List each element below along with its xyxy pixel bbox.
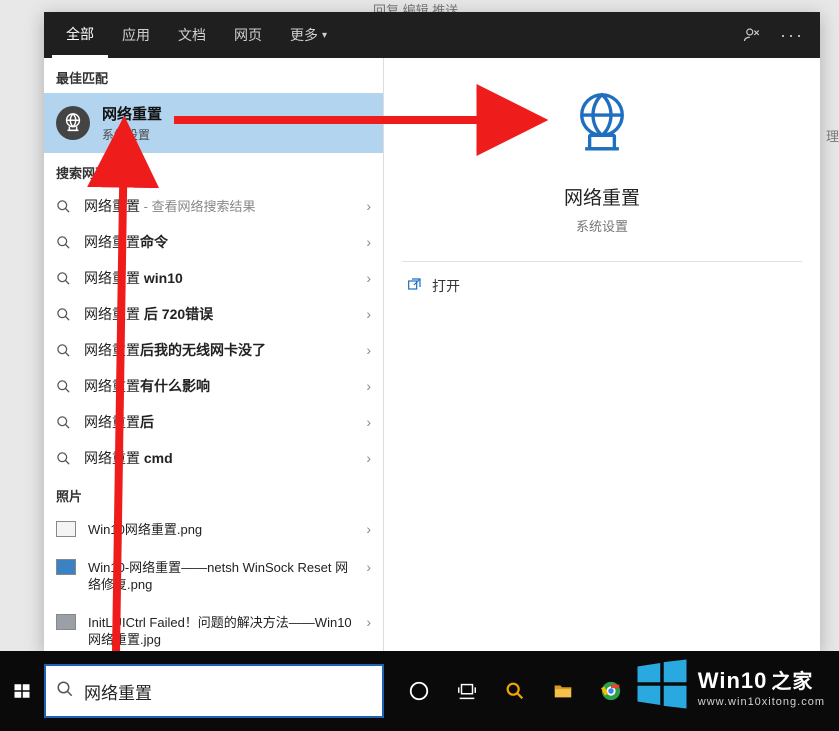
chevron-right-icon: ›: [366, 342, 371, 358]
search-icon: [56, 379, 72, 394]
results-left-pane: 最佳匹配 网络重置 系统设置 搜索网页 网络重置 - 查看网络搜索结果›网络重置…: [44, 58, 384, 652]
network-reset-icon: [566, 88, 638, 165]
tab-web[interactable]: 网页: [220, 12, 276, 58]
web-result-item[interactable]: 网络重置 - 查看网络搜索结果 ›: [44, 188, 383, 224]
best-match-subtitle: 系统设置: [102, 126, 162, 143]
watermark-brand: Win10之家 www.win10xitong.com: [634, 656, 825, 717]
search-icon: [56, 343, 72, 358]
results-detail-pane: 网络重置 系统设置 打开: [384, 58, 820, 652]
photo-result-item[interactable]: InitLUICtrl Failed！问题的解决方法——Win10网络重置.jp…: [44, 604, 383, 652]
background-cut-text: 理: [826, 126, 839, 145]
search-icon: [56, 199, 72, 214]
web-result-text: 网络重置 - 查看网络搜索结果: [84, 196, 354, 216]
detail-title: 网络重置: [384, 183, 820, 210]
tab-all-label: 全部: [66, 24, 94, 44]
chevron-right-icon: ›: [366, 306, 371, 322]
section-photos: 照片: [44, 476, 383, 511]
web-result-item[interactable]: 网络重置有什么影响 ›: [44, 368, 383, 404]
chevron-right-icon: ›: [366, 521, 371, 537]
web-result-text: 网络重置后我的无线网卡没了: [84, 340, 354, 360]
ellipsis-icon: ···: [780, 25, 804, 46]
tab-more[interactable]: 更多 ▾: [276, 12, 341, 58]
web-result-item[interactable]: 网络重置命令 ›: [44, 224, 383, 260]
chevron-right-icon: ›: [366, 450, 371, 466]
photo-thumbnail: [56, 559, 76, 575]
web-result-text: 网络重置后: [84, 412, 354, 432]
tab-web-label: 网页: [234, 25, 262, 45]
chevron-right-icon: ›: [366, 270, 371, 286]
search-icon: [56, 415, 72, 430]
tab-apps-label: 应用: [122, 25, 150, 45]
web-result-item[interactable]: 网络重置后 ›: [44, 404, 383, 440]
section-best-match: 最佳匹配: [44, 58, 383, 93]
tab-apps[interactable]: 应用: [108, 12, 164, 58]
chevron-right-icon: ›: [366, 414, 371, 430]
magnifier-app-icon[interactable]: [502, 678, 528, 704]
open-label: 打开: [432, 276, 460, 296]
search-results-panel: 全部 应用 文档 网页 更多▾ ··· 最佳匹配 网络重置 系统设置 搜索网页 …: [44, 12, 820, 652]
chevron-right-icon: ›: [366, 614, 371, 630]
web-result-text: 网络重置命令: [84, 232, 354, 252]
search-tabs: 全部 应用 文档 网页 更多 ▾ ···: [44, 12, 820, 58]
open-icon: [406, 277, 422, 296]
web-result-text: 网络重置有什么影响: [84, 376, 354, 396]
photo-thumbnail: [56, 521, 76, 537]
search-input[interactable]: [84, 681, 372, 701]
globe-icon: [56, 106, 90, 140]
tab-docs[interactable]: 文档: [164, 12, 220, 58]
photo-result-item[interactable]: Win10网络重置.png ›: [44, 511, 383, 549]
web-result-item[interactable]: 网络重置 后 720错误 ›: [44, 296, 383, 332]
best-match-item[interactable]: 网络重置 系统设置: [44, 93, 383, 153]
web-result-text: 网络重置 win10: [84, 268, 354, 288]
windows-logo-icon: [634, 656, 690, 717]
cortana-icon[interactable]: [406, 678, 432, 704]
taskbar-icons: [406, 678, 624, 704]
taskbar: Win10之家 www.win10xitong.com: [0, 651, 839, 731]
feedback-icon[interactable]: [732, 12, 772, 58]
section-search-web: 搜索网页: [44, 153, 383, 188]
web-result-item[interactable]: 网络重置 cmd ›: [44, 440, 383, 476]
photo-filename: Win10网络重置.png: [88, 521, 354, 539]
chevron-right-icon: ›: [366, 559, 371, 575]
chevron-right-icon: ›: [366, 234, 371, 250]
search-icon: [56, 307, 72, 322]
start-button[interactable]: [0, 651, 44, 731]
best-match-title: 网络重置: [102, 103, 162, 124]
task-view-icon[interactable]: [454, 678, 480, 704]
web-result-item[interactable]: 网络重置 win10 ›: [44, 260, 383, 296]
brand-suffix: 之家: [771, 665, 813, 694]
more-options-icon[interactable]: ···: [772, 12, 812, 58]
search-icon: [56, 271, 72, 286]
file-explorer-icon[interactable]: [550, 678, 576, 704]
brand-url: www.win10xitong.com: [698, 696, 825, 708]
detail-subtitle: 系统设置: [384, 216, 820, 235]
chevron-down-icon: ▾: [322, 30, 327, 41]
chrome-icon[interactable]: [598, 678, 624, 704]
brand-name: Win10: [698, 668, 768, 694]
tab-all[interactable]: 全部: [52, 12, 108, 58]
photo-filename: InitLUICtrl Failed！问题的解决方法——Win10网络重置.jp…: [88, 614, 354, 649]
tab-docs-label: 文档: [178, 25, 206, 45]
taskbar-search-box[interactable]: [44, 664, 384, 718]
web-result-text: 网络重置 后 720错误: [84, 304, 354, 324]
search-icon: [56, 235, 72, 250]
web-result-text: 网络重置 cmd: [84, 448, 354, 468]
web-result-item[interactable]: 网络重置后我的无线网卡没了 ›: [44, 332, 383, 368]
search-icon: [56, 451, 72, 466]
open-action[interactable]: 打开: [384, 262, 820, 310]
chevron-right-icon: ›: [366, 378, 371, 394]
search-icon: [56, 680, 74, 703]
photo-filename: Win10-网络重置——netsh WinSock Reset 网络修复.png: [88, 559, 354, 594]
tab-more-label: 更多: [290, 25, 318, 45]
photo-result-item[interactable]: Win10-网络重置——netsh WinSock Reset 网络修复.png…: [44, 549, 383, 604]
photo-thumbnail: [56, 614, 76, 630]
chevron-right-icon: ›: [366, 198, 371, 214]
